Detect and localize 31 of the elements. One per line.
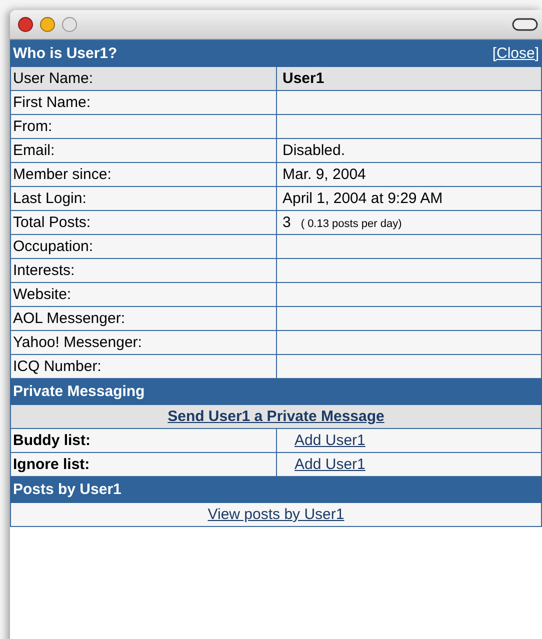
field-label: ICQ Number: — [13, 358, 102, 375]
panel-title: Who is User1? — [13, 45, 118, 62]
field-label: User Name: — [13, 70, 94, 87]
posts-per-day: ( 0.13 posts per day) — [300, 218, 402, 230]
section-title: Posts by User1 — [13, 481, 122, 498]
field-label: Last Login: — [13, 190, 86, 207]
list-label: Buddy list: — [13, 432, 90, 449]
add-user-link[interactable]: Add User1 — [294, 432, 366, 449]
minimize-icon[interactable] — [40, 17, 55, 32]
field-label: Total Posts: — [13, 214, 91, 231]
toolbar-toggle-icon[interactable] — [512, 18, 538, 31]
close-link[interactable]: [Close] — [492, 45, 539, 62]
field-value: Disabled. — [282, 142, 346, 159]
list-label: Ignore list: — [13, 456, 90, 473]
close-icon[interactable] — [18, 17, 33, 32]
field-label: Yahoo! Messenger: — [13, 334, 142, 351]
field-label: Member since: — [13, 166, 112, 183]
field-value: Mar. 9, 2004 — [282, 166, 366, 183]
view-posts-link[interactable]: View posts by User1 — [208, 506, 344, 523]
field-value: User1 — [282, 70, 324, 87]
field-label: From: — [13, 118, 52, 135]
field-label: Interests: — [13, 262, 75, 279]
field-label: AOL Messenger: — [13, 310, 125, 327]
field-label: Website: — [13, 286, 72, 303]
section-title: Private Messaging — [13, 383, 145, 400]
field-label: First Name: — [13, 94, 91, 111]
field-value: 3 — [282, 214, 291, 231]
add-user-link[interactable]: Add User1 — [294, 456, 366, 473]
field-label: Email: — [13, 142, 55, 159]
field-label: Occupation: — [13, 238, 94, 255]
field-value: April 1, 2004 at 9:29 AM — [282, 190, 443, 207]
